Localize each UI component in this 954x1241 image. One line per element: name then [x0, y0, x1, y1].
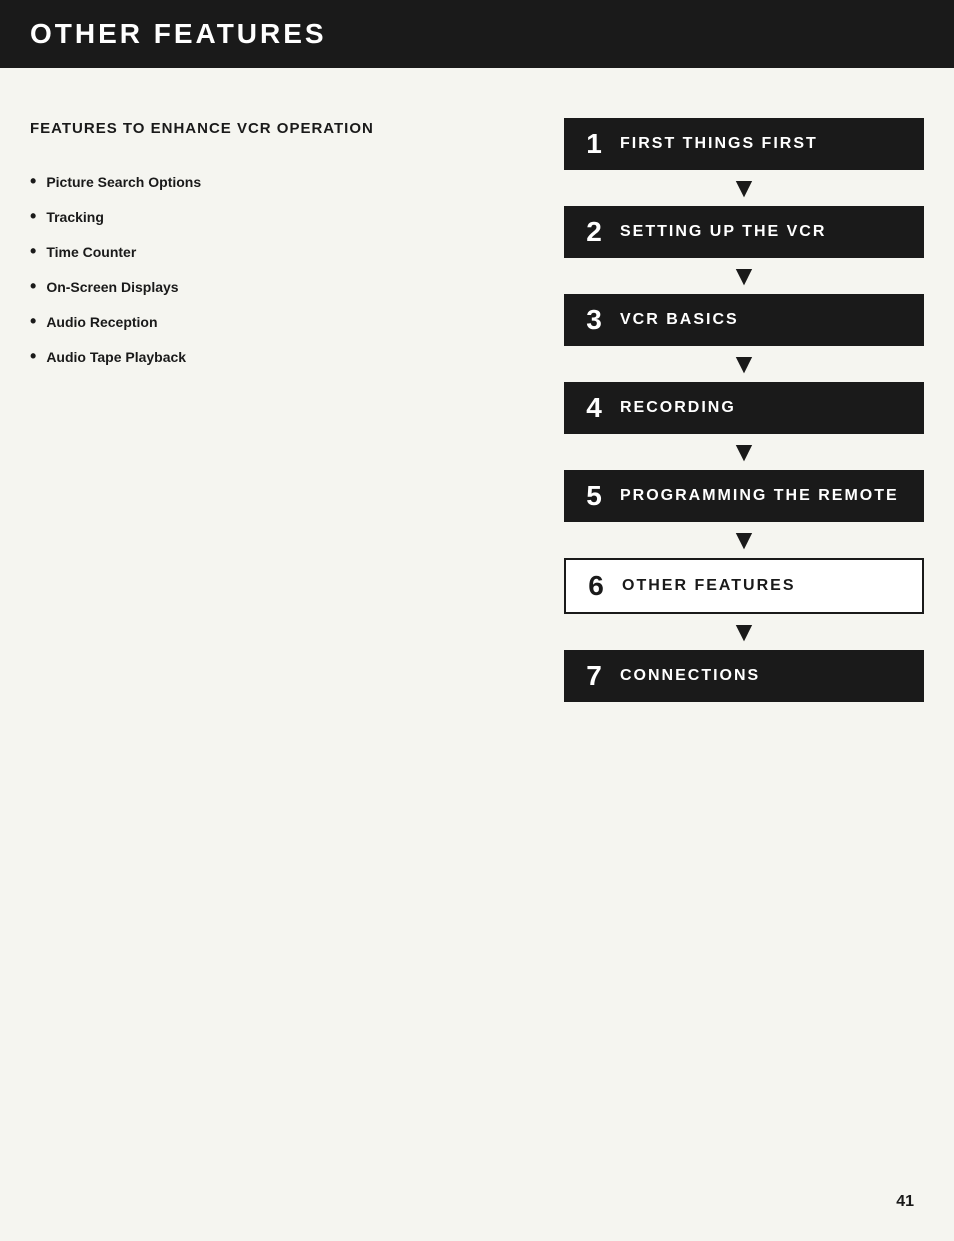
list-item: Picture Search Options	[30, 164, 524, 199]
chapter-navigation: 1 FIRST THINGS FIRST ▼ 2 SETTING UP THE VCR ▼…	[564, 108, 924, 702]
chapter-item: 7 CONNECTIONS	[564, 650, 924, 702]
chapter-bar-6: 6 OTHER FEATURES	[564, 558, 924, 614]
feature-list: Picture Search OptionsTrackingTime Count…	[30, 164, 524, 374]
chapter-bar-5: 5 PROGRAMMING THE REMOTE	[564, 470, 924, 522]
section-title: FEATURES TO ENHANCE VCR OPERATION	[30, 118, 524, 139]
chapter-bar-3: 3 VCR BASICS	[564, 294, 924, 346]
arrow-connector: ▼	[730, 434, 758, 470]
left-column: FEATURES TO ENHANCE VCR OPERATION Pictur…	[30, 108, 524, 702]
chapter-number: 4	[580, 394, 608, 422]
chapter-number: 3	[580, 306, 608, 334]
chapter-bar-1: 1 FIRST THINGS FIRST	[564, 118, 924, 170]
chapter-item: 4 RECORDING ▼	[564, 382, 924, 470]
list-item: Tracking	[30, 199, 524, 234]
chapter-label: FIRST THINGS FIRST	[620, 134, 818, 155]
chapter-label: RECORDING	[620, 398, 736, 419]
chapter-label: CONNECTIONS	[620, 666, 760, 687]
chapter-item: 1 FIRST THINGS FIRST ▼	[564, 118, 924, 206]
list-item: Audio Tape Playback	[30, 339, 524, 374]
arrow-connector: ▼	[730, 522, 758, 558]
chapter-label: VCR BASICS	[620, 310, 739, 331]
list-item: On-Screen Displays	[30, 269, 524, 304]
chapter-item: 6 OTHER FEATURES ▼	[564, 558, 924, 650]
page-number: 41	[896, 1193, 914, 1211]
chapter-item: 2 SETTING UP THE VCR ▼	[564, 206, 924, 294]
chapter-bar-2: 2 SETTING UP THE VCR	[564, 206, 924, 258]
page-title: OTHER FEATURES	[30, 18, 327, 49]
arrow-connector: ▼	[730, 258, 758, 294]
chapter-label: SETTING UP THE VCR	[620, 222, 826, 243]
page-header: OTHER FEATURES	[0, 0, 954, 68]
chapter-item: 3 VCR BASICS ▼	[564, 294, 924, 382]
arrow-connector: ▼	[730, 614, 758, 650]
arrow-connector: ▼	[730, 346, 758, 382]
chapter-bar-4: 4 RECORDING	[564, 382, 924, 434]
chapter-number: 7	[580, 662, 608, 690]
arrow-connector: ▼	[730, 170, 758, 206]
list-item: Time Counter	[30, 234, 524, 269]
chapter-number: 6	[582, 572, 610, 600]
chapter-number: 5	[580, 482, 608, 510]
chapter-bar-7: 7 CONNECTIONS	[564, 650, 924, 702]
chapter-label: OTHER FEATURES	[622, 576, 795, 597]
list-item: Audio Reception	[30, 304, 524, 339]
page: OTHER FEATURES FEATURES TO ENHANCE VCR O…	[0, 0, 954, 1241]
chapter-label: PROGRAMMING THE REMOTE	[620, 486, 899, 507]
chapter-number: 1	[580, 130, 608, 158]
chapter-number: 2	[580, 218, 608, 246]
chapter-item: 5 PROGRAMMING THE REMOTE ▼	[564, 470, 924, 558]
main-content: FEATURES TO ENHANCE VCR OPERATION Pictur…	[0, 108, 954, 702]
